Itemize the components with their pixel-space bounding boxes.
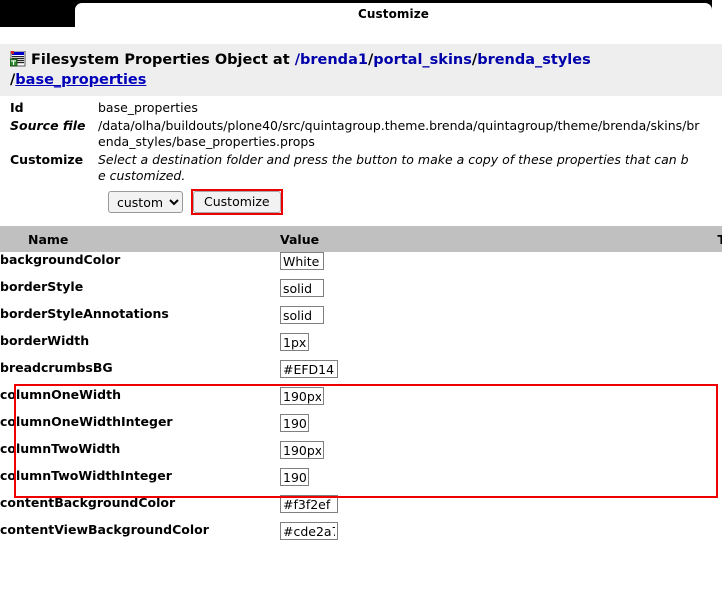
detail-value-customize-description: Select a destination folder and press th… [98, 152, 689, 183]
property-name: contentViewBackgroundColor [0, 522, 209, 537]
customize-controls: custom Customize [108, 189, 714, 215]
detail-label-id: Id [10, 100, 24, 115]
property-value-input[interactable] [280, 279, 324, 297]
table-row: columnTwoWidth string [0, 441, 722, 468]
properties-table: Name Value Type backgroundColorstringbor… [0, 226, 722, 549]
property-type: string [680, 522, 722, 549]
detail-label-source-file: Source file [10, 118, 86, 133]
table-row: backgroundColor string [0, 252, 722, 279]
detail-value-id: base_properties [98, 100, 198, 115]
customize-button-highlight: Customize [191, 189, 283, 215]
property-name: columnOneWidth [0, 387, 122, 402]
property-value-input[interactable] [280, 468, 310, 486]
property-value-input[interactable] [280, 306, 324, 324]
page-title-prefix: Filesystem Properties Object at [31, 52, 290, 68]
column-header-name: Name [0, 226, 280, 252]
object-header: Filesystem Properties Object at /brenda1… [0, 44, 722, 96]
detail-row-customize: Customize Select a destination folder an… [10, 152, 714, 184]
property-value-cell [280, 495, 680, 522]
property-type: string [680, 441, 722, 468]
property-value-input[interactable] [280, 522, 338, 540]
properties-table-body: backgroundColorstringborderStylestringbo… [0, 252, 722, 549]
property-value-input[interactable] [280, 414, 310, 432]
table-row: columnTwoWidthInteger int [0, 468, 722, 495]
property-type: string [680, 495, 722, 522]
table-row: breadcrumbsBG string [0, 360, 722, 387]
page-title: Filesystem Properties Object at /brenda1… [9, 50, 714, 90]
property-type: string [680, 387, 722, 414]
table-row: contentViewBackgroundColor string [0, 522, 722, 549]
property-value-input[interactable] [280, 333, 310, 351]
path-segment-brenda1: /brenda1 [294, 52, 368, 68]
table-row: columnOneWidth string [0, 387, 722, 414]
property-name: breadcrumbsBG [0, 360, 113, 375]
table-row: borderStyle string [0, 279, 722, 306]
table-row: borderWidth string [0, 333, 722, 360]
property-name: contentBackgroundColor [0, 495, 176, 510]
table-row: borderStyleAnnotations string [0, 306, 722, 333]
property-type: string [680, 360, 722, 387]
tab-bar: Customize [0, 0, 722, 27]
property-value-cell [280, 522, 680, 549]
property-value-cell [280, 306, 680, 333]
property-type: string [680, 279, 722, 306]
property-value-input[interactable] [280, 495, 338, 513]
detail-row-source-file: Source file /data/olha/buildouts/plone40… [10, 118, 714, 150]
destination-folder-select[interactable]: custom [108, 191, 183, 213]
tab-customize-label: Customize [357, 7, 430, 21]
column-header-value: Value [280, 226, 680, 252]
table-row: columnOneWidthInteger int [0, 414, 722, 441]
property-name: columnTwoWidthInteger [0, 468, 172, 483]
property-value-input[interactable] [280, 441, 324, 459]
table-row: contentBackgroundColor string [0, 495, 722, 522]
property-type: string [680, 252, 722, 279]
property-value-cell [280, 279, 680, 306]
property-value-cell [280, 252, 680, 279]
property-name: columnTwoWidth [0, 441, 121, 456]
column-header-type: Type [680, 226, 722, 252]
object-details: Id base_properties Source file /data/olh… [0, 96, 722, 215]
customize-button[interactable]: Customize [193, 191, 281, 213]
path-segment-brenda-styles: brenda_styles [477, 52, 591, 68]
properties-object-icon [9, 50, 26, 67]
path-segment-portal-skins: portal_skins [373, 52, 472, 68]
property-value-cell [280, 360, 680, 387]
tab-bar-tail [712, 0, 722, 27]
property-value-cell [280, 414, 680, 441]
property-name: borderStyleAnnotations [0, 306, 169, 321]
property-type: int [680, 468, 722, 495]
properties-table-header-row: Name Value Type [0, 226, 722, 252]
path-link-base-properties[interactable]: base_properties [15, 72, 146, 88]
property-name: backgroundColor [0, 252, 121, 267]
property-value-cell [280, 387, 680, 414]
detail-label-customize: Customize [10, 152, 84, 167]
property-type: int [680, 414, 722, 441]
property-value-cell [280, 468, 680, 495]
properties-table-container: Name Value Type backgroundColorstringbor… [0, 226, 722, 549]
property-name: borderStyle [0, 279, 84, 294]
detail-row-id: Id base_properties [10, 100, 714, 116]
property-value-input[interactable] [280, 360, 338, 378]
detail-value-source-file: /data/olha/buildouts/plone40/src/quintag… [98, 118, 700, 149]
property-value-input[interactable] [280, 387, 324, 405]
property-name: columnOneWidthInteger [0, 414, 173, 429]
properties-table-head: Name Value Type [0, 226, 722, 252]
property-value-input[interactable] [280, 252, 324, 270]
property-value-cell [280, 333, 680, 360]
property-type: string [680, 306, 722, 333]
property-value-cell [280, 441, 680, 468]
property-type: string [680, 333, 722, 360]
property-name: borderWidth [0, 333, 90, 348]
tab-customize[interactable]: Customize [75, 3, 712, 27]
